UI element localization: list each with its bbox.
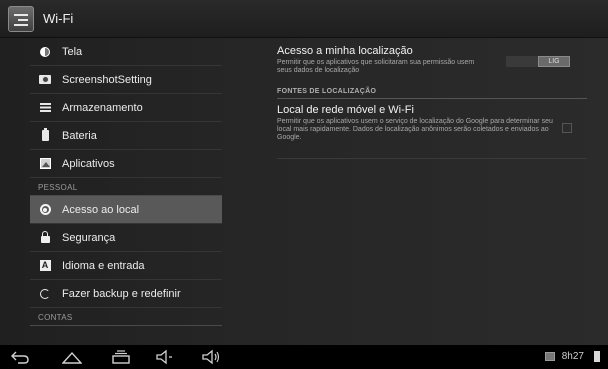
sidebar-item-label: Fazer backup e redefinir: [62, 287, 181, 300]
display-brightness-icon: [38, 45, 52, 59]
location-access-toggle[interactable]: LIG: [505, 55, 571, 68]
section-header-contas: CONTAS: [30, 308, 222, 326]
sidebar-item-screenshot[interactable]: ScreenshotSetting: [30, 66, 222, 94]
camera-icon: [38, 73, 52, 87]
location-access-preference[interactable]: Acesso a minha localização Permitir que …: [277, 38, 587, 86]
storage-icon: [38, 101, 52, 115]
volume-down-icon[interactable]: [155, 349, 175, 365]
sidebar-item-armazenamento[interactable]: Armazenamento: [30, 94, 222, 122]
sidebar-item-label: Acesso ao local: [62, 203, 140, 216]
location-settings-panel: Acesso a minha localização Permitir que …: [277, 38, 587, 345]
status-clock[interactable]: 8h27: [562, 351, 584, 362]
sidebar-item-label: Armazenamento: [62, 101, 143, 114]
sidebar-item-bateria[interactable]: Bateria: [30, 122, 222, 150]
network-location-title: Local de rede móvel e Wi-Fi: [277, 104, 414, 116]
settings-content: Tela ScreenshotSetting Armazenamento Bat…: [0, 38, 608, 345]
section-header-pessoal: PESSOAL: [30, 178, 222, 196]
sidebar-item-seguranca[interactable]: Segurança: [30, 224, 222, 252]
location-sources-category: FONTES DE LOCALIZAÇÃO: [277, 86, 587, 99]
sidebar-item-acesso-ao-local[interactable]: Acesso ao local: [30, 196, 222, 224]
home-icon[interactable]: [61, 349, 83, 365]
action-bar: Wi-Fi: [0, 0, 608, 38]
action-bar-title: Wi-Fi: [43, 11, 74, 26]
lock-icon: [38, 231, 52, 245]
network-location-checkbox[interactable]: [562, 123, 572, 133]
backup-icon: [38, 287, 52, 301]
sidebar-item-idioma[interactable]: A Idioma e entrada: [30, 252, 222, 280]
sidebar-item-label: ScreenshotSetting: [62, 73, 152, 86]
system-navigation-bar: 8h27: [0, 345, 608, 369]
sidebar-item-label: Segurança: [62, 231, 116, 244]
location-access-summary: Permitir que os aplicativos que solicita…: [277, 59, 475, 74]
sidebar-item-label: Idioma e entrada: [62, 259, 145, 272]
apps-icon: [38, 157, 52, 171]
language-icon: A: [38, 259, 52, 273]
gallery-notification-icon[interactable]: [545, 352, 555, 361]
sidebar-item-label: Tela: [62, 45, 83, 58]
toggle-on-label: LIG: [538, 56, 570, 67]
sidebar-item-label: Bateria: [62, 129, 97, 142]
network-location-summary: Permitir que os aplicativos usem o servi…: [277, 118, 553, 141]
sidebar-item-label: Aplicativos: [62, 157, 115, 170]
sidebar-item-aplicativos[interactable]: Aplicativos: [30, 150, 222, 178]
volume-up-icon[interactable]: [201, 349, 221, 365]
battery-status-icon: [594, 351, 600, 362]
battery-icon: [38, 128, 52, 143]
sidebar-item-tela[interactable]: Tela: [30, 38, 222, 66]
settings-sliders-icon[interactable]: [8, 5, 34, 32]
network-location-preference[interactable]: Local de rede móvel e Wi-Fi Permitir que…: [277, 99, 587, 159]
back-icon[interactable]: [10, 349, 30, 365]
settings-sidebar: Tela ScreenshotSetting Armazenamento Bat…: [30, 38, 222, 345]
location-target-icon: [38, 203, 52, 217]
sidebar-item-backup[interactable]: Fazer backup e redefinir: [30, 280, 222, 308]
recent-apps-icon[interactable]: [111, 349, 131, 365]
